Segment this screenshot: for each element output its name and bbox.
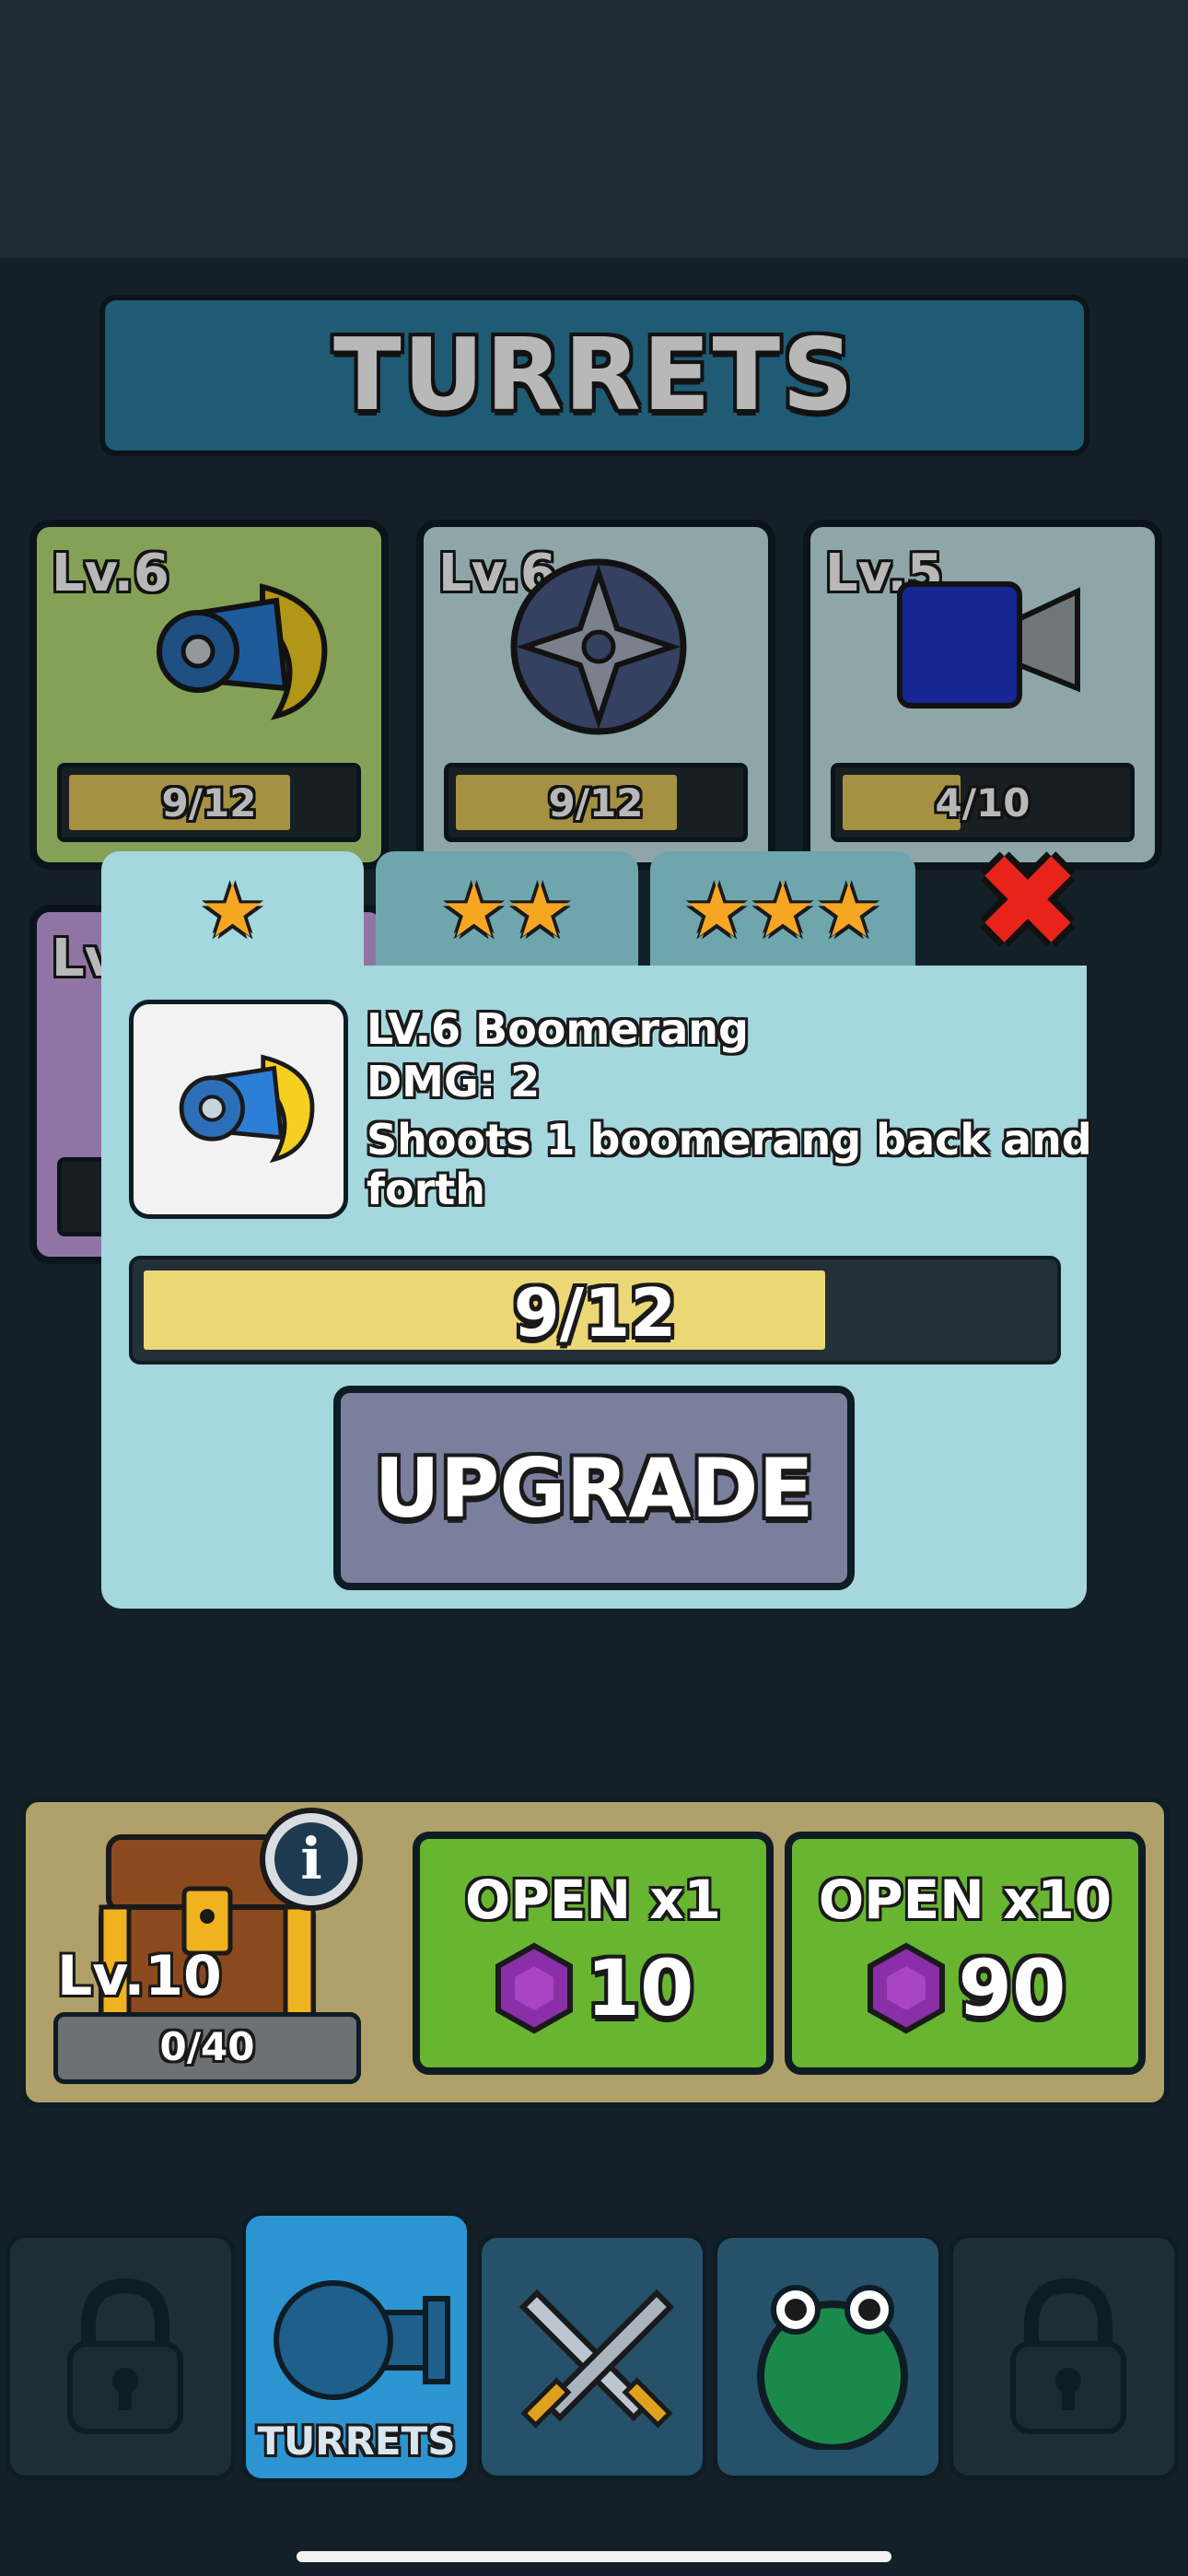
nav-tab-turrets-label: TURRETS — [257, 2418, 456, 2464]
nav-tab-battle[interactable] — [477, 2233, 707, 2480]
turret-icon — [274, 2280, 450, 2400]
chest-level: Lv.10 — [57, 1944, 222, 2008]
open-x1-cost: 10 — [586, 1943, 694, 2033]
boomerang-turret-icon — [179, 1054, 315, 1164]
nav-tab-character[interactable] — [713, 2233, 943, 2480]
gem-icon — [867, 1942, 945, 2034]
nav-tab-turrets[interactable]: TURRETS — [241, 2211, 472, 2483]
lock-icon — [67, 2277, 183, 2434]
frog-icon — [757, 2285, 908, 2450]
info-button[interactable]: i — [260, 1808, 363, 1911]
star-icon: ★ — [199, 868, 266, 954]
tab-two-star[interactable]: ★★ — [376, 851, 638, 971]
turret-description: Shoots 1 boomerang back and forth — [367, 1115, 1092, 1214]
open-x1-button[interactable]: OPEN x1 10 — [413, 1832, 774, 2075]
tab-three-star[interactable]: ★★★ — [650, 851, 915, 971]
tab-one-star[interactable]: ★ — [101, 851, 364, 971]
open-x10-button[interactable]: OPEN x10 90 — [785, 1832, 1146, 2075]
open-x10-cost: 90 — [958, 1943, 1066, 2033]
turret-damage: DMG: 2 — [367, 1057, 541, 1107]
close-icon[interactable]: ✖ — [973, 838, 1083, 967]
gem-icon — [495, 1942, 573, 2034]
home-indicator[interactable] — [297, 2551, 891, 2562]
star-icon: ★★ — [440, 868, 574, 954]
turret-name: LV.6 Boomerang — [367, 1004, 749, 1054]
chest-progress-text: 0/40 — [159, 2024, 255, 2069]
upgrade-progress-bar: 9/12 — [129, 1256, 1061, 1364]
star-icon: ★★★ — [683, 868, 882, 954]
lock-icon — [1010, 2277, 1126, 2434]
crossed-swords-icon — [518, 2289, 675, 2429]
nav-tab-locked-right[interactable] — [949, 2233, 1179, 2480]
turret-icon-box — [129, 1000, 348, 1219]
nav-tab-locked-left[interactable] — [6, 2233, 236, 2480]
chest-progress-bar: 0/40 — [53, 2012, 361, 2084]
upgrade-button[interactable]: UPGRADE — [333, 1386, 855, 1590]
info-icon: i — [274, 1822, 348, 1896]
upgrade-progress-text: 9/12 — [513, 1274, 677, 1352]
